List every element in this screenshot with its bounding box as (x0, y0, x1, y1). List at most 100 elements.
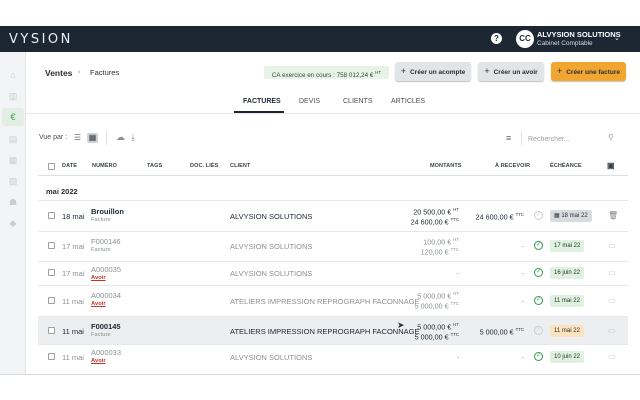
row-amount-ttc: 24 600,00 € TTC (411, 217, 459, 226)
create-credit-note-button[interactable]: + Créer un avoir (478, 62, 544, 81)
row-to-receive: 5 000,00 € TTC (480, 327, 524, 336)
bank-icon[interactable]: ▥ (5, 89, 21, 103)
row-checkbox[interactable] (48, 353, 55, 360)
tab-factures[interactable]: FACTURES (243, 98, 281, 105)
unit-ttc: TTC (450, 301, 459, 306)
avatar[interactable]: CC (516, 30, 534, 48)
search-input[interactable] (528, 133, 604, 145)
breadcrumb-section[interactable]: Ventes (45, 68, 72, 78)
comment-icon[interactable]: ▭ (608, 241, 616, 250)
row-client[interactable]: ALVYSION SOLUTIONS (230, 269, 312, 278)
team-icon[interactable]: ☗ (5, 195, 21, 209)
status-pending-icon: ✓ (534, 326, 543, 335)
download-icon[interactable]: ⤓ (131, 132, 135, 143)
row-checkbox[interactable] (48, 242, 55, 249)
row-checkbox[interactable] (48, 269, 55, 276)
unit-ttc: TTC (450, 217, 459, 222)
tag-icon[interactable]: ◆ (5, 216, 21, 230)
due-date-badge: 10 juin 22 (550, 351, 585, 363)
reports-icon[interactable]: ▧ (5, 174, 21, 188)
calendar-icon: ▦ (554, 213, 560, 219)
search-icon[interactable]: ⚲ (608, 133, 614, 142)
row-numero[interactable]: F000145 (91, 322, 121, 331)
chevron-down-icon[interactable]: ⌄ (614, 34, 620, 42)
row-numero[interactable]: A000035 (91, 265, 121, 274)
list-view-icon[interactable]: ☰ (72, 133, 83, 143)
col-date[interactable]: DATE (62, 163, 77, 169)
create-invoice-button[interactable]: + Créer une facture (551, 62, 626, 81)
row-numero[interactable]: A000034 (91, 291, 121, 300)
comment-icon[interactable]: ▭ (608, 268, 616, 277)
tab-articles[interactable]: ARTICLES (391, 98, 425, 105)
row-checkbox[interactable] (48, 212, 55, 219)
row-client[interactable]: ALVYSION SOLUTIONS (230, 242, 312, 251)
breadcrumb-page: Factures (90, 68, 120, 77)
unit-ht: HT (453, 322, 459, 327)
comment-icon[interactable]: ▭ (608, 296, 616, 305)
table-header (38, 160, 628, 176)
row-date: 17 mai (62, 269, 85, 278)
sidebar: ⌂ ▥ € ▤ ▦ ▧ ☗ ◆ (0, 52, 26, 374)
row-amount-ttc: 120,00 € TTC (421, 247, 459, 256)
search-divider (521, 131, 522, 145)
month-group-label: mai 2022 (46, 187, 78, 196)
due-date-badge: 11 mai 22 (550, 295, 584, 307)
row-amount-ttc-value: 24 600,00 € (410, 217, 449, 227)
purchases-icon[interactable]: ▤ (5, 132, 21, 146)
filter-icon[interactable]: ≡ (506, 133, 511, 143)
status-paid-icon: ✓ (534, 352, 543, 361)
due-date-badge: 11 mai 22 (550, 325, 584, 337)
table-view-icon[interactable]: ▦ (87, 133, 98, 143)
row-numero[interactable]: A000033 (91, 348, 121, 357)
cloud-upload-icon[interactable]: ☁ (116, 132, 125, 143)
select-all-checkbox[interactable] (48, 163, 55, 170)
status-paid-icon: ✓ (534, 268, 543, 277)
row-amount-ht: 5 000,00 € HT (417, 322, 459, 331)
row-date: 11 mai (62, 353, 84, 362)
row-client[interactable]: ATELIERS IMPRESSION REPROGRAPH FACONNAGE (230, 327, 419, 336)
row-checkbox[interactable] (48, 327, 55, 334)
plus-icon: + (484, 66, 490, 76)
row-amount-ht: - (456, 353, 459, 362)
help-icon[interactable]: ? (491, 33, 502, 44)
row-checkbox[interactable] (48, 297, 55, 304)
col-echeance[interactable]: ÉCHÉANCE (550, 163, 582, 169)
row-numero[interactable]: F000146 (91, 237, 121, 246)
create-deposit-button[interactable]: + Créer un acompte (395, 62, 471, 81)
col-client[interactable]: CLIENT (230, 163, 250, 169)
col-tags[interactable]: TAGS (147, 163, 162, 169)
due-date-text: 18 mai 22 (561, 213, 588, 219)
toolbar-divider (106, 131, 107, 145)
col-docs[interactable]: DOC. LIÉS (190, 163, 218, 169)
sales-icon[interactable]: € (2, 108, 24, 126)
row-type: Avoir (91, 358, 106, 364)
company-subtitle: Cabinet Comptable (537, 40, 593, 47)
app-logo[interactable]: VYSION (9, 32, 73, 47)
comment-icon[interactable]: ▭ (608, 352, 616, 361)
row-to-receive: - (521, 297, 524, 306)
trash-icon[interactable]: 🗑 (608, 211, 618, 220)
row-date: 11 mai (62, 297, 84, 306)
due-date-badge: 16 juin 22 (550, 267, 585, 279)
col-recevoir[interactable]: À RECEVOIR (495, 163, 530, 169)
row-to-receive: - (521, 269, 524, 278)
company-name[interactable]: ALVYSION SOLUTIONS (537, 30, 621, 39)
col-numero[interactable]: NUMÉRO (92, 163, 117, 169)
documents-icon[interactable]: ▦ (5, 153, 21, 167)
comment-column-icon: ▣ (607, 161, 615, 170)
tab-clients[interactable]: CLIENTS (343, 98, 373, 105)
col-montants[interactable]: MONTANTS (430, 163, 462, 169)
row-client[interactable]: ALVYSION SOLUTIONS (230, 212, 312, 221)
app-window: VYSION ? CC ALVYSION SOLUTIONS Cabinet C… (0, 0, 640, 400)
row-client[interactable]: ATELIERS IMPRESSION REPROGRAPH FACONNAGE (230, 297, 419, 306)
unit-ttc: TTC (450, 332, 459, 337)
comment-icon[interactable]: ▭ (608, 326, 616, 335)
home-icon[interactable]: ⌂ (5, 68, 21, 82)
create-credit-note-label: Créer un avoir (493, 69, 538, 76)
row-numero[interactable]: Brouillon (91, 207, 124, 216)
tab-devis[interactable]: DEVIS (299, 98, 320, 105)
row-amount-ht: 5 000,00 € HT (417, 291, 459, 300)
row-amount-ht-value: 5 000,00 € (417, 322, 452, 332)
row-client[interactable]: ALVYSION SOLUTIONS (230, 353, 312, 362)
due-date-badge: 17 mai 22 (550, 240, 585, 252)
